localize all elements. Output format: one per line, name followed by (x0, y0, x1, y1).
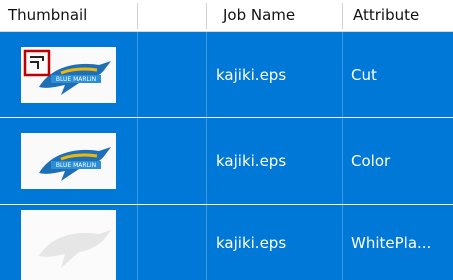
marlin-thumbnail-icon: BLUE MARLIN (21, 133, 116, 189)
marlin-thumbnail-icon: BLUE MARLIN (21, 46, 116, 103)
blank-cell (138, 205, 206, 280)
blank-cell (138, 118, 206, 204)
column-header-attribute[interactable]: Attribute (343, 0, 453, 31)
svg-text:BLUE MARLIN: BLUE MARLIN (56, 162, 96, 169)
job-name-cell: kajiki.eps (216, 152, 287, 170)
attribute-cell: Cut (351, 65, 377, 84)
blank-cell (138, 32, 206, 117)
attribute-cell: Color (351, 152, 391, 170)
job-name-cell: kajiki.eps (216, 233, 287, 252)
column-header-blank[interactable] (138, 0, 199, 31)
table-row[interactable]: BLUE MARLIN kajiki.eps Cut (0, 32, 453, 117)
table-header: Thumbnail Job Name Attribute (0, 0, 453, 32)
table-row[interactable]: kajiki.eps WhitePla... (0, 205, 453, 280)
column-header-thumbnail[interactable]: Thumbnail (0, 0, 137, 31)
attribute-cell: WhitePla... (351, 233, 432, 252)
thumbnail-cell (0, 205, 137, 280)
job-list-table: Thumbnail Job Name Attribute BLUE MARLIN (0, 0, 453, 280)
column-header-job-name[interactable]: Job Name (207, 0, 343, 31)
thumbnail-cell: BLUE MARLIN (0, 32, 137, 117)
table-row[interactable]: BLUE MARLIN kajiki.eps Color (0, 118, 453, 204)
svg-text:BLUE MARLIN: BLUE MARLIN (56, 76, 96, 83)
job-name-cell: kajiki.eps (216, 65, 287, 84)
thumbnail-cell: BLUE MARLIN (0, 118, 137, 204)
marlin-silhouette-icon (21, 210, 116, 280)
